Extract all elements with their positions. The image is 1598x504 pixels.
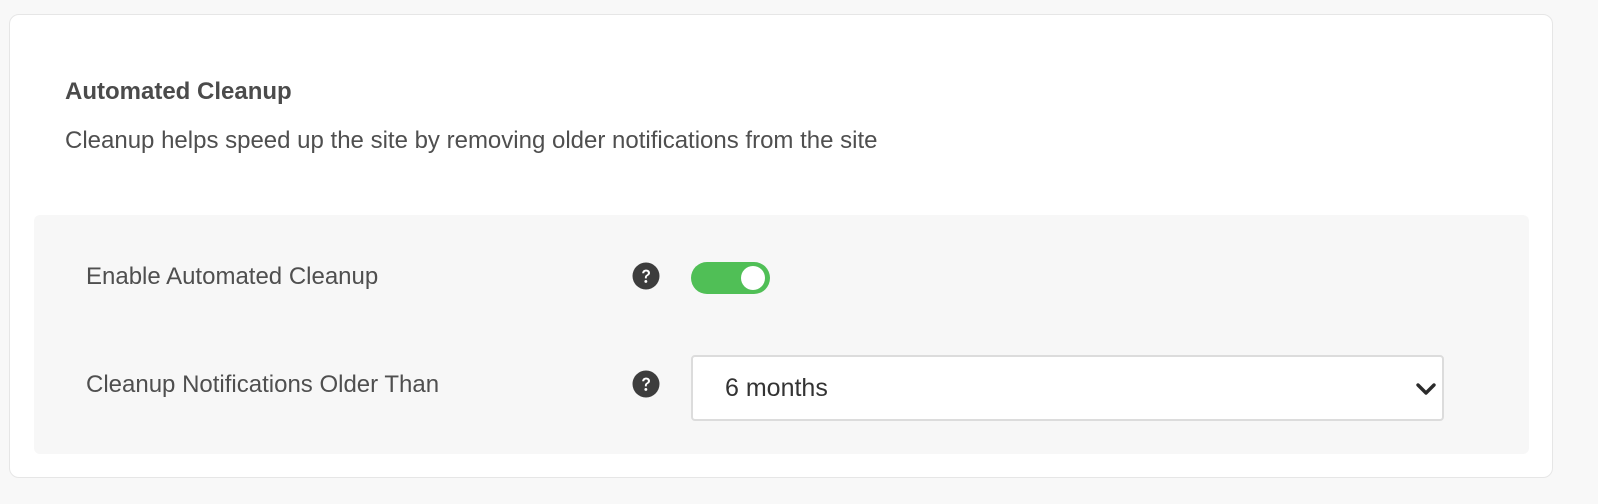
section-title: Automated Cleanup (65, 78, 292, 105)
automated-cleanup-card: Automated Cleanup Cleanup helps speed up… (9, 14, 1553, 478)
section-description: Cleanup helps speed up the site by remov… (65, 127, 878, 154)
cleanup-age-label: Cleanup Notifications Older Than (86, 371, 440, 398)
enable-cleanup-toggle[interactable] (691, 262, 770, 294)
settings-panel: Enable Automated Cleanup Cleanup Notific… (34, 215, 1529, 454)
chevron-down-icon (1414, 377, 1438, 401)
toggle-knob (741, 266, 765, 290)
help-circle-icon[interactable] (632, 262, 660, 290)
cleanup-age-select[interactable]: 6 months (691, 355, 1444, 421)
cleanup-age-selected-value: 6 months (725, 374, 828, 402)
help-circle-icon[interactable] (632, 370, 660, 398)
enable-cleanup-label: Enable Automated Cleanup (86, 263, 379, 290)
